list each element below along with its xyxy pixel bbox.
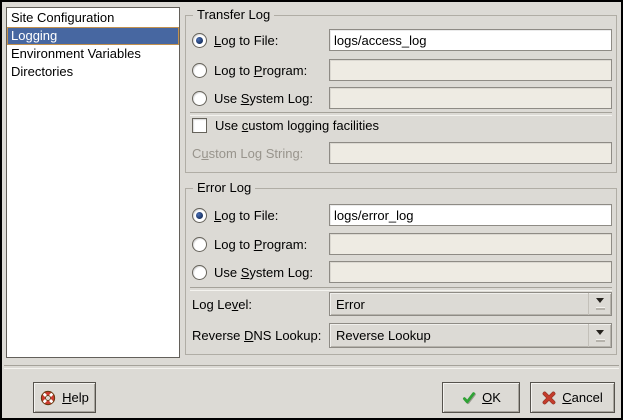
cross-icon — [542, 391, 556, 405]
sidebar-item-logging[interactable]: Logging — [7, 27, 179, 45]
cancel-button-label: Cancel — [562, 390, 602, 405]
help-button[interactable]: Help — [33, 382, 96, 413]
reverse-dns-label-row: Reverse DNS Lookup: — [192, 323, 321, 348]
button-area-separator — [4, 365, 619, 369]
custom-log-string-row: Custom Log String: — [192, 142, 303, 164]
custom-log-string-input — [329, 142, 612, 164]
checkbox-label: Use custom logging facilities — [215, 118, 379, 133]
sidebar-item-environment-variables[interactable]: Environment Variables — [7, 45, 179, 63]
radio-indicator — [192, 91, 207, 106]
log-level-dropdown[interactable]: Error — [329, 292, 612, 316]
error-log-file-input[interactable] — [329, 204, 612, 226]
transfer-system-log-input — [329, 87, 612, 109]
transfer-log-file-input[interactable] — [329, 29, 612, 51]
error-log-program-input — [329, 233, 612, 255]
check-icon — [461, 390, 476, 405]
log-level-label: Log Level: — [192, 297, 252, 312]
radio-error-log-to-program[interactable]: Log to Program: — [192, 233, 307, 255]
error-log-separator — [190, 287, 612, 291]
lifebuoy-icon — [40, 390, 56, 406]
radio-indicator — [192, 208, 207, 223]
radio-label: Log to Program: — [214, 237, 307, 252]
radio-transfer-log-to-program[interactable]: Log to Program: — [192, 59, 307, 81]
ok-button-label: OK — [482, 390, 501, 405]
dropdown-arrow-icon — [588, 324, 611, 347]
radio-indicator — [192, 63, 207, 78]
checkbox-use-custom-logging-facilities[interactable]: Use custom logging facilities — [192, 116, 379, 134]
radio-error-use-system-log[interactable]: Use System Log: — [192, 261, 313, 283]
dropdown-arrow-icon — [588, 293, 611, 315]
reverse-dns-value: Reverse Lookup — [330, 328, 588, 343]
sidebar-item-directories[interactable]: Directories — [7, 63, 179, 81]
radio-error-log-to-file[interactable]: Log to File: — [192, 204, 278, 226]
transfer-log-title: Transfer Log — [193, 7, 274, 23]
radio-indicator — [192, 33, 207, 48]
checkbox-indicator — [192, 118, 207, 133]
logging-dialog: Site Configuration Logging Environment V… — [0, 0, 623, 420]
transfer-log-program-input — [329, 59, 612, 81]
custom-log-string-label: Custom Log String: — [192, 146, 303, 161]
radio-transfer-use-system-log[interactable]: Use System Log: — [192, 87, 313, 109]
log-level-label-row: Log Level: — [192, 292, 252, 316]
radio-label: Log to File: — [214, 33, 278, 48]
sidebar-item-site-configuration[interactable]: Site Configuration — [7, 9, 179, 27]
radio-transfer-log-to-file[interactable]: Log to File: — [192, 29, 278, 51]
radio-label: Use System Log: — [214, 91, 313, 106]
radio-indicator — [192, 237, 207, 252]
error-system-log-input — [329, 261, 612, 283]
radio-label: Use System Log: — [214, 265, 313, 280]
radio-label: Log to Program: — [214, 63, 307, 78]
category-list: Site Configuration Logging Environment V… — [6, 7, 180, 358]
radio-label: Log to File: — [214, 208, 278, 223]
reverse-dns-label: Reverse DNS Lookup: — [192, 328, 321, 343]
ok-button[interactable]: OK — [442, 382, 520, 413]
error-log-title: Error Log — [193, 180, 255, 196]
radio-indicator — [192, 265, 207, 280]
help-button-label: Help — [62, 390, 89, 405]
cancel-button[interactable]: Cancel — [530, 382, 615, 413]
reverse-dns-dropdown[interactable]: Reverse Lookup — [329, 323, 612, 348]
log-level-value: Error — [330, 297, 588, 312]
